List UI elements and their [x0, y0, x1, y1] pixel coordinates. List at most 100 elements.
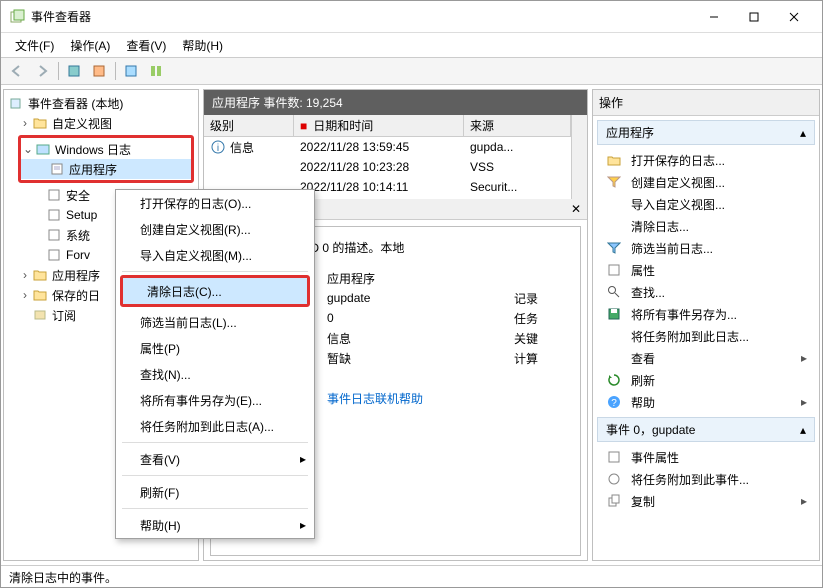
info-icon: i — [210, 139, 226, 155]
copy-icon — [605, 493, 623, 509]
action-event-attach[interactable]: 将任务附加到此事件... — [597, 468, 815, 490]
minimize-button[interactable] — [694, 3, 734, 31]
grid-row[interactable]: i 信息 2022/11/28 13:59:45 gupda... — [204, 137, 571, 157]
sort-indicator: ■ — [300, 119, 307, 133]
filter-icon — [605, 174, 623, 190]
actions-header: 操作 — [593, 90, 819, 116]
action-properties[interactable]: 属性 — [597, 259, 815, 281]
context-menu: 打开保存的日志(O)... 创建自定义视图(R)... 导入自定义视图(M)..… — [115, 189, 315, 539]
folder-icon — [32, 267, 48, 283]
action-save-all[interactable]: 将所有事件另存为... — [597, 303, 815, 325]
chevron-right-icon: ▸ — [300, 518, 306, 532]
ctx-help[interactable]: 帮助(H)▸ — [116, 512, 314, 538]
menu-view[interactable]: 查看(V) — [118, 34, 174, 57]
actions-section-app: 应用程序 ▴ — [597, 120, 815, 145]
ctx-import-view[interactable]: 导入自定义视图(M)... — [116, 242, 314, 268]
back-button — [5, 60, 29, 82]
folder-icon — [32, 115, 48, 131]
action-find[interactable]: 查找... — [597, 281, 815, 303]
tool-btn-1[interactable] — [62, 60, 86, 82]
svg-text:?: ? — [611, 398, 617, 409]
tree-custom-views[interactable]: › 自定义视图 — [4, 113, 198, 133]
menu-action[interactable]: 操作(A) — [62, 34, 118, 57]
log-icon — [46, 247, 62, 263]
ctx-refresh[interactable]: 刷新(F) — [116, 479, 314, 505]
expand-icon[interactable]: › — [18, 268, 32, 282]
properties-icon — [605, 262, 623, 278]
actions-pane: 操作 应用程序 ▴ 打开保存的日志... 创建自定义视图... 导入自定义视图.… — [592, 89, 820, 561]
action-help[interactable]: ?帮助▸ — [597, 391, 815, 413]
tool-btn-3[interactable] — [119, 60, 143, 82]
col-level[interactable]: 级别 — [204, 115, 294, 136]
event-viewer-window: 事件查看器 文件(F) 操作(A) 查看(V) 帮助(H) 事件查看器 — [0, 0, 823, 588]
folder-icon — [35, 141, 51, 157]
col-datetime[interactable]: ■日期和时间 — [294, 115, 464, 136]
help-icon: ? — [605, 394, 623, 410]
expand-icon[interactable]: › — [18, 288, 32, 302]
filter-icon — [605, 240, 623, 256]
tree-application-log[interactable]: 应用程序 — [21, 159, 191, 179]
app-icon — [9, 9, 25, 25]
open-icon — [605, 152, 623, 168]
action-clear-log[interactable]: 清除日志... — [597, 215, 815, 237]
collapse-icon[interactable]: ▴ — [800, 423, 806, 437]
log-icon — [46, 187, 62, 203]
ctx-find[interactable]: 查找(N)... — [116, 361, 314, 387]
tool-btn-2[interactable] — [87, 60, 111, 82]
action-filter-log[interactable]: 筛选当前日志... — [597, 237, 815, 259]
action-refresh[interactable]: 刷新 — [597, 369, 815, 391]
log-icon — [46, 227, 62, 243]
window-title: 事件查看器 — [31, 8, 694, 25]
eventviewer-icon — [8, 95, 24, 111]
action-open-saved[interactable]: 打开保存的日志... — [597, 149, 815, 171]
search-icon — [605, 284, 623, 300]
grid-row[interactable]: 2022/11/28 10:23:28 VSS — [204, 157, 571, 177]
statusbar: 清除日志中的事件。 — [1, 565, 822, 587]
tree-windows-logs[interactable]: ⌄ Windows 日志 — [21, 139, 191, 159]
log-icon — [49, 161, 65, 177]
collapse-icon[interactable]: ⌄ — [21, 142, 35, 156]
chevron-right-icon: ▸ — [801, 395, 807, 409]
grid-header: 级别 ■日期和时间 来源 — [204, 115, 571, 137]
ctx-attach-task[interactable]: 将任务附加到此日志(A)... — [116, 413, 314, 439]
online-help-link[interactable]: 事件日志联机帮助 — [327, 390, 574, 407]
task-icon — [605, 471, 623, 487]
grid-title: 应用程序 事件数: 19,254 — [204, 90, 587, 115]
log-icon — [46, 207, 62, 223]
menubar: 文件(F) 操作(A) 查看(V) 帮助(H) — [1, 33, 822, 57]
save-icon — [605, 306, 623, 322]
titlebar: 事件查看器 — [1, 1, 822, 33]
close-detail-icon[interactable]: ✕ — [571, 202, 581, 216]
svg-text:i: i — [217, 143, 219, 154]
expand-icon[interactable]: › — [18, 116, 32, 130]
action-create-view[interactable]: 创建自定义视图... — [597, 171, 815, 193]
close-button[interactable] — [774, 3, 814, 31]
properties-icon — [605, 449, 623, 465]
ctx-filter-log[interactable]: 筛选当前日志(L)... — [116, 309, 314, 335]
tree-root[interactable]: 事件查看器 (本地) — [4, 93, 198, 113]
action-view[interactable]: 查看▸ — [597, 347, 815, 369]
ctx-view[interactable]: 查看(V)▸ — [116, 446, 314, 472]
menu-help[interactable]: 帮助(H) — [174, 34, 231, 57]
collapse-icon[interactable]: ▴ — [800, 126, 806, 140]
ctx-clear-log[interactable]: 清除日志(C)... — [123, 278, 307, 304]
action-attach-task[interactable]: 将任务附加到此日志... — [597, 325, 815, 347]
action-import-view[interactable]: 导入自定义视图... — [597, 193, 815, 215]
menu-file[interactable]: 文件(F) — [7, 34, 62, 57]
chevron-right-icon: ▸ — [300, 452, 306, 466]
action-event-properties[interactable]: 事件属性 — [597, 446, 815, 468]
tool-btn-4[interactable] — [144, 60, 168, 82]
ctx-properties[interactable]: 属性(P) — [116, 335, 314, 361]
toolbar — [1, 57, 822, 85]
chevron-right-icon: ▸ — [801, 494, 807, 508]
scrollbar[interactable] — [571, 115, 587, 199]
maximize-button[interactable] — [734, 3, 774, 31]
forward-button — [30, 60, 54, 82]
actions-section-event: 事件 0，gupdate ▴ — [597, 417, 815, 442]
action-copy[interactable]: 复制▸ — [597, 490, 815, 512]
ctx-create-view[interactable]: 创建自定义视图(R)... — [116, 216, 314, 242]
col-source[interactable]: 来源 — [464, 115, 571, 136]
ctx-open-saved[interactable]: 打开保存的日志(O)... — [116, 190, 314, 216]
ctx-save-all[interactable]: 将所有事件另存为(E)... — [116, 387, 314, 413]
subscription-icon — [32, 307, 48, 323]
